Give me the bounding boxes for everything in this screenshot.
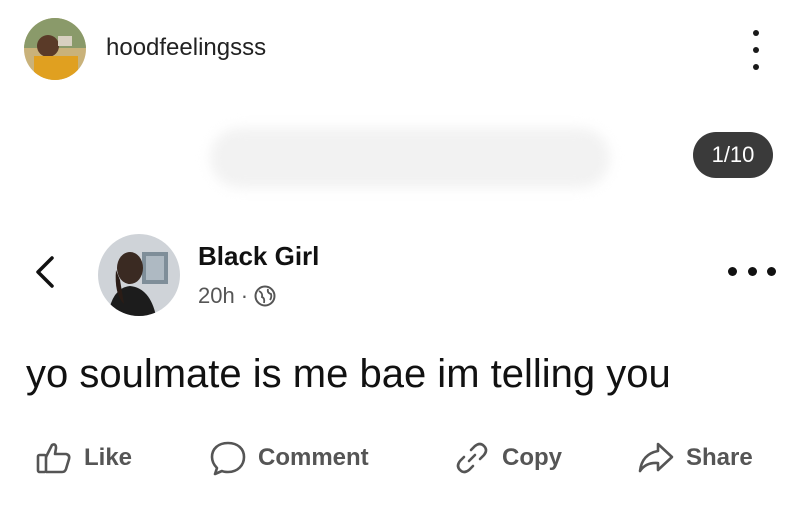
globe-icon (254, 285, 276, 307)
like-label: Like (84, 444, 133, 471)
comment-button[interactable]: Comment (208, 434, 369, 482)
copy-button[interactable]: Copy (452, 434, 562, 482)
share-label: Share (686, 444, 753, 471)
like-button[interactable]: Like (34, 434, 132, 482)
share-arrow-icon (636, 438, 676, 478)
profile-avatar[interactable] (24, 18, 86, 80)
screenshot: hoodfeelingsss 1/10 Black Girl 20h · yo … (0, 0, 800, 508)
copy-label: Copy (502, 444, 562, 471)
author-avatar[interactable] (98, 234, 180, 316)
speech-bubble-icon (208, 438, 248, 478)
post-text: yo soulmate is me bae im telling you (26, 352, 671, 396)
link-icon (452, 438, 492, 478)
slide-counter: 1/10 (693, 132, 773, 178)
post-time[interactable]: 20h (198, 283, 235, 309)
more-horizontal-icon[interactable] (728, 264, 776, 278)
thumbs-up-icon (34, 438, 74, 478)
profile-username[interactable]: hoodfeelingsss (106, 34, 266, 62)
meta-separator: · (240, 283, 249, 308)
post-meta: 20h · (198, 282, 276, 310)
author-name[interactable]: Black Girl (198, 241, 319, 272)
chevron-left-icon[interactable] (28, 252, 62, 292)
more-vertical-icon[interactable] (748, 30, 764, 70)
blurred-caption (210, 128, 610, 188)
share-button[interactable]: Share (636, 434, 753, 482)
comment-label: Comment (258, 444, 369, 471)
